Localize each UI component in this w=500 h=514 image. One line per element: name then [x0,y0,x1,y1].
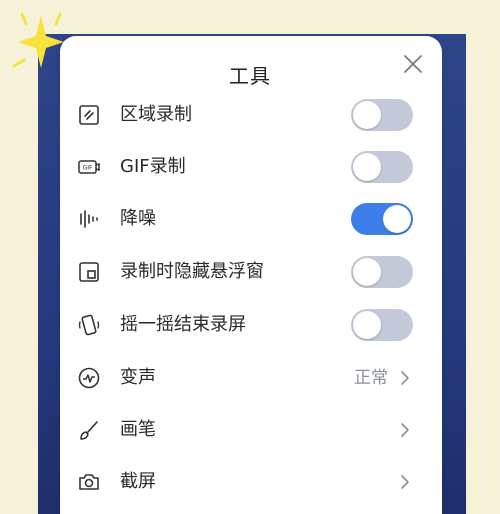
setting-row-hide-floating-window: 录制时隐藏悬浮窗 [60,246,442,298]
setting-row-region-record: 区域录制 [60,89,442,141]
voice-change-value: 正常 [354,368,388,388]
noise-reduction-toggle[interactable] [351,203,413,235]
toggle-knob [353,258,381,286]
setting-row-noise-reduction: 降噪 [60,193,442,245]
chevron-right-icon [401,475,409,489]
toggle-knob [353,101,381,129]
gif-icon: GIF [78,160,100,174]
setting-row-voice-change[interactable]: 变声 正常 [60,352,442,404]
shake-phone-icon [78,314,100,336]
chevron-right-icon [401,423,409,437]
region-record-toggle[interactable] [351,99,413,131]
brush-icon [80,421,98,440]
setting-label: 降噪 [120,208,156,229]
setting-row-gif-record: GIF GIF录制 [60,141,442,193]
setting-label: 摇一摇结束录屏 [120,314,246,335]
camera-icon [79,474,99,490]
setting-label: 变声 [120,367,156,388]
toggle-knob [353,153,381,181]
setting-label: 区域录制 [120,104,192,125]
toggle-knob [383,205,411,233]
setting-label: 录制时隐藏悬浮窗 [120,261,264,282]
gif-record-toggle[interactable] [351,151,413,183]
svg-text:GIF: GIF [83,165,93,172]
floating-window-icon [79,262,99,282]
setting-label: GIF录制 [120,156,186,177]
hide-floating-window-toggle[interactable] [351,256,413,288]
waveform-icon [80,210,98,228]
setting-row-brush[interactable]: 画笔 [60,404,442,456]
setting-label: 截屏 [120,471,156,492]
toggle-knob [353,311,381,339]
setting-label: 画笔 [120,419,156,440]
chevron-right-icon [401,371,409,385]
shake-to-stop-toggle[interactable] [351,309,413,341]
voice-change-icon [78,367,100,389]
region-record-icon [79,105,99,125]
close-icon[interactable] [402,53,424,75]
setting-row-screenshot[interactable]: 截屏 [60,456,442,508]
dialog-title: 工具 [229,64,271,88]
setting-row-shake-to-stop: 摇一摇结束录屏 [60,299,442,351]
